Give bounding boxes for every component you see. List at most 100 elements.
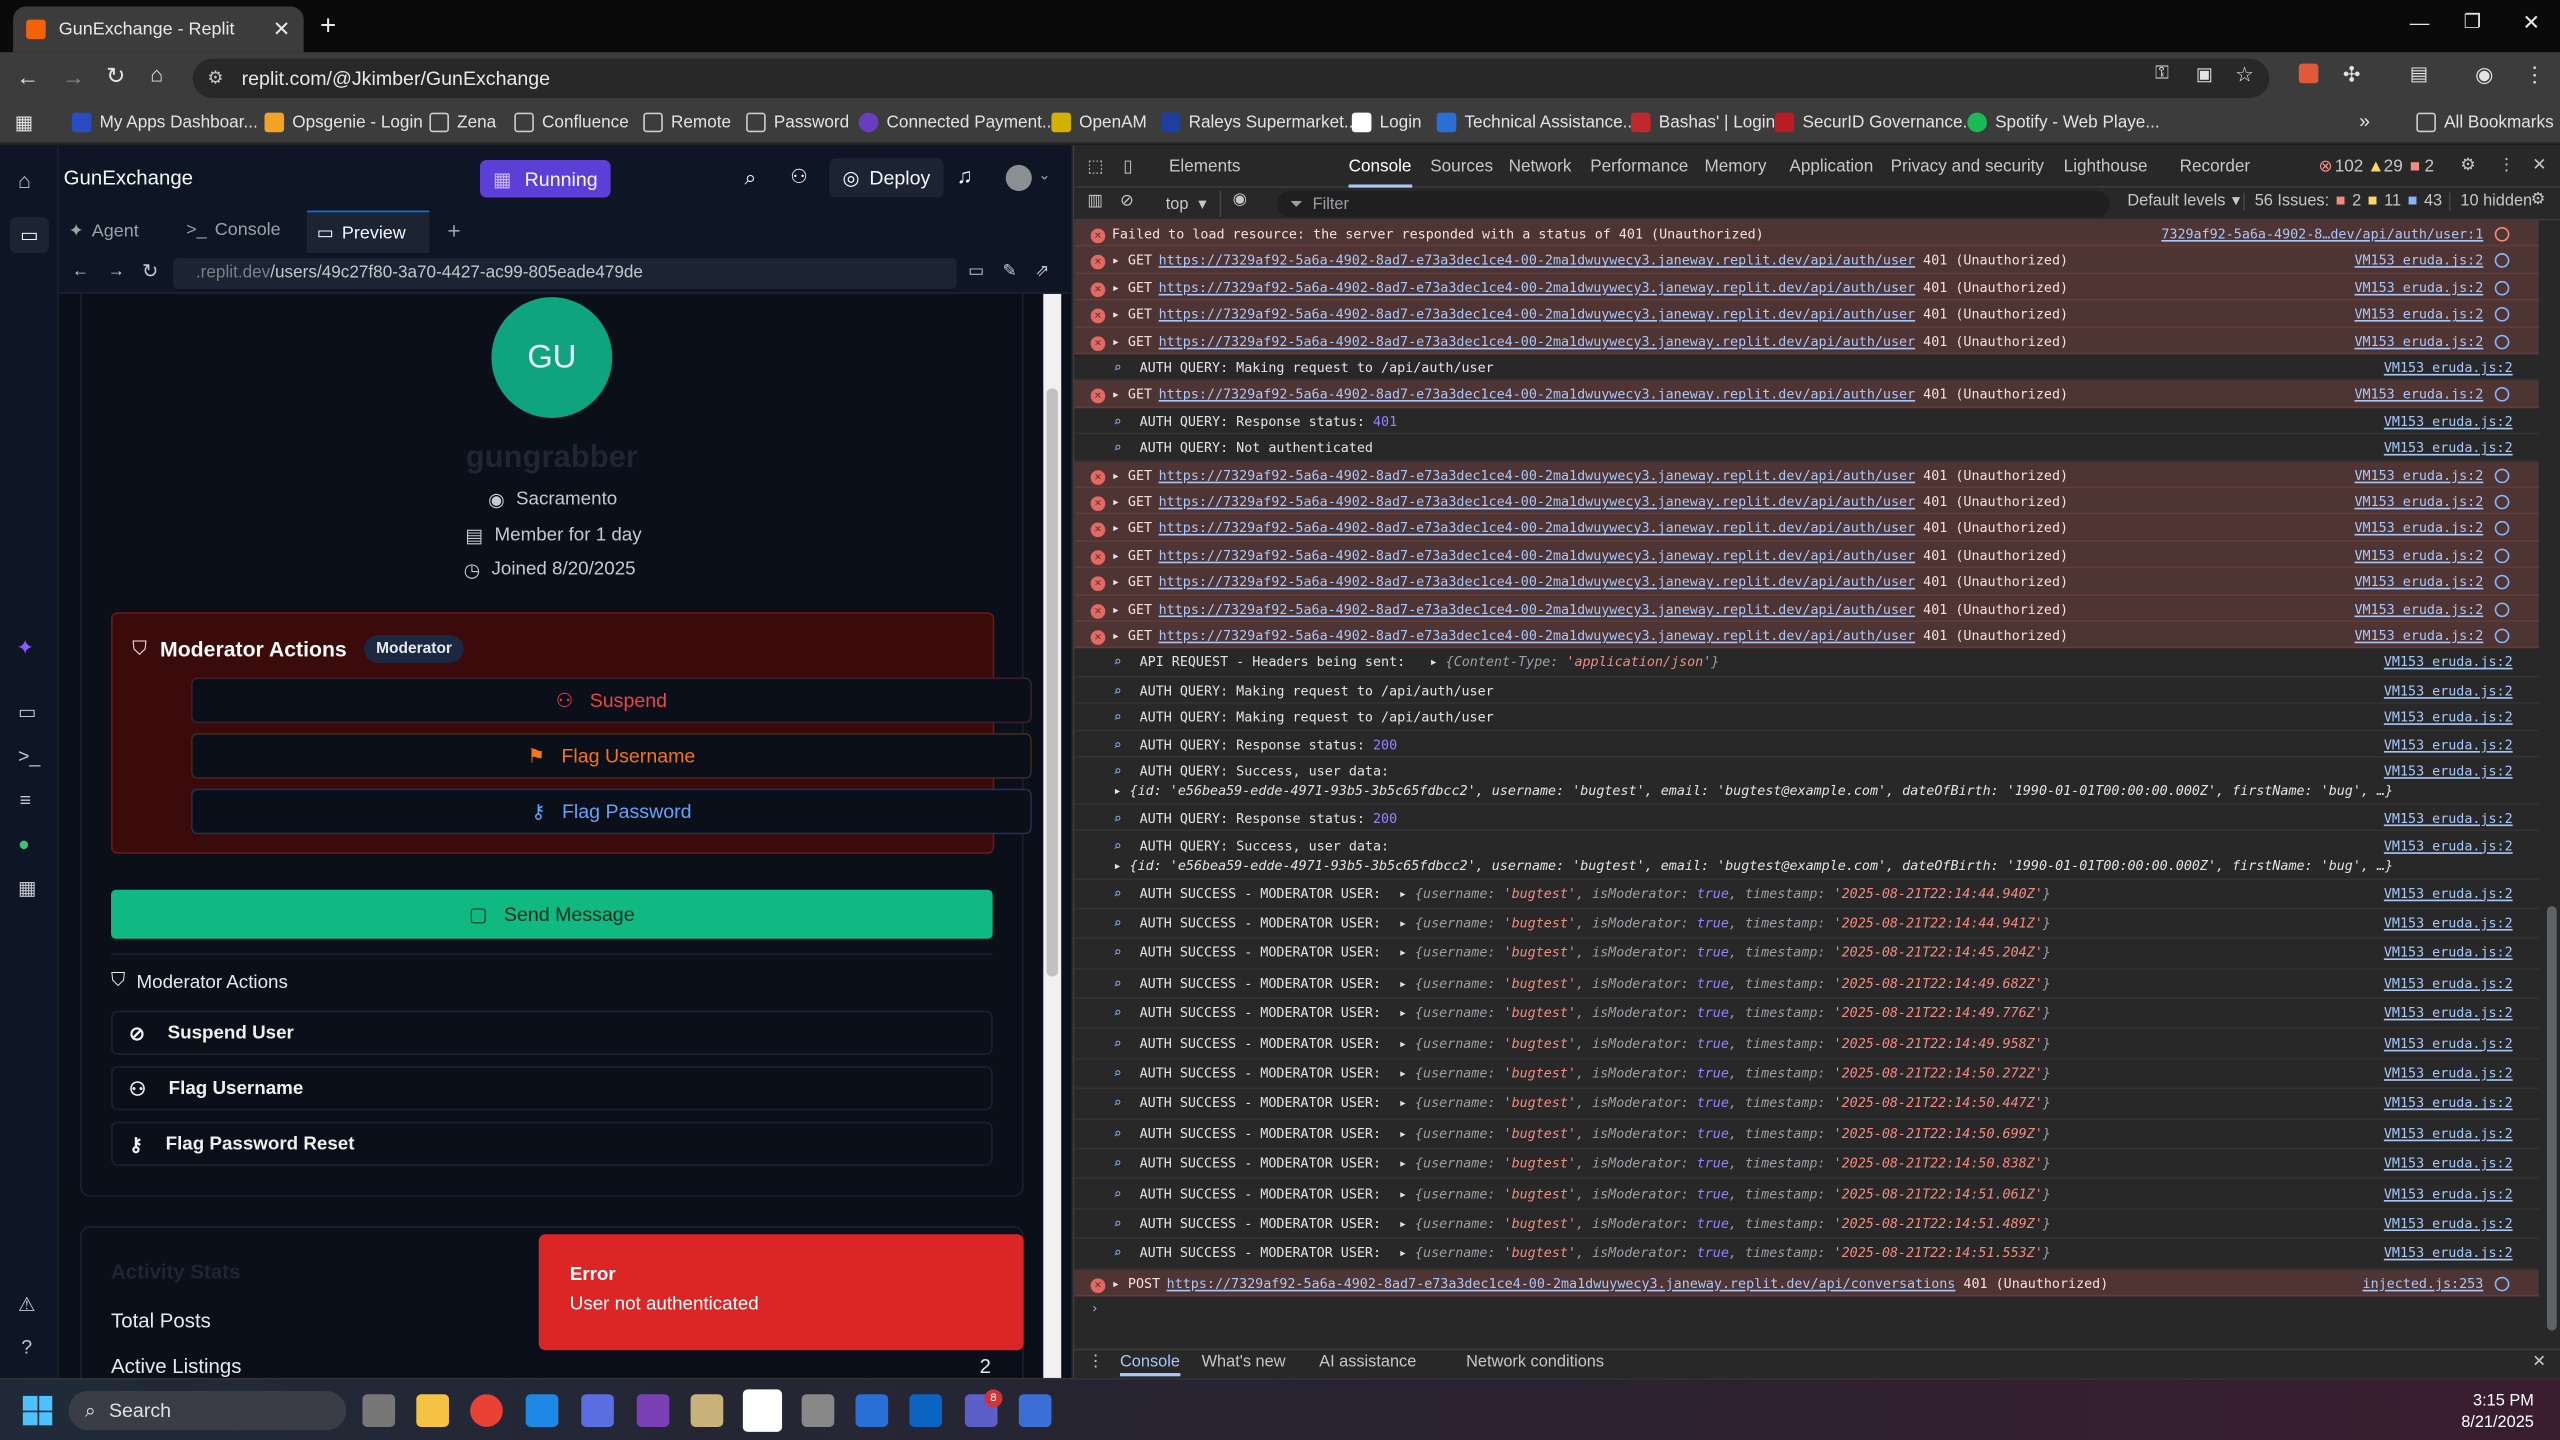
drawer-tab-network-conditions[interactable]: Network conditions	[1466, 1353, 1604, 1371]
help-icon[interactable]: ?	[21, 1336, 32, 1359]
search-icon[interactable]: ⌕	[744, 165, 756, 191]
deploy-button[interactable]: ◎ Deploy	[829, 158, 944, 198]
extensions-puzzle-icon[interactable]: ✣	[2343, 62, 2361, 88]
address-bar[interactable]: ⚙ replit.com/@Jkimber/GunExchange	[192, 58, 2270, 98]
tab-agent[interactable]: ✦ Agent	[69, 220, 139, 241]
issues-icon[interactable]: ■	[2410, 157, 2420, 177]
bell-icon[interactable]: ♫	[957, 163, 973, 187]
preview-icon[interactable]: ▭	[18, 700, 37, 723]
back-icon[interactable]: ←	[72, 261, 89, 281]
console-settings-icon[interactable]: ⚙	[2531, 191, 2546, 209]
profile-icon[interactable]: ◉	[2475, 62, 2494, 88]
bookmark-item[interactable]: Login	[1351, 112, 1422, 133]
chrome-icon[interactable]	[470, 1394, 503, 1427]
suspend-user-button[interactable]: ⊘ Suspend User	[111, 1010, 993, 1055]
extension-icon[interactable]	[2298, 63, 2319, 84]
warnings-count-icon[interactable]: ▲	[2367, 157, 2384, 177]
flag-password-button[interactable]: ⚷ Flag Password	[191, 788, 1032, 835]
filter-input[interactable]: ⏷ Filter	[1276, 191, 2110, 218]
scrollbar[interactable]	[1043, 293, 1062, 1378]
app-icon[interactable]	[855, 1394, 889, 1427]
devtools-tab[interactable]: Lighthouse	[2064, 157, 2148, 177]
console-prompt[interactable]: ›	[1091, 1300, 2544, 1316]
drawer-tab-console[interactable]: Console	[1120, 1353, 1180, 1377]
install-app-icon[interactable]: ▣	[2196, 64, 2213, 85]
bookmark-folder[interactable]: Zena	[429, 112, 496, 133]
reload-icon[interactable]: ↻	[106, 62, 125, 90]
inspect-element-icon[interactable]: ⬚	[1087, 157, 1103, 177]
bookmark-folder[interactable]: Password	[746, 112, 849, 133]
forward-icon[interactable]: →	[62, 64, 85, 90]
outlook-icon[interactable]	[909, 1394, 943, 1427]
drawer-tab-whats-new[interactable]: What's new	[1202, 1353, 1286, 1371]
bookmark-item[interactable]: Raleys Supermarket...	[1160, 112, 1358, 133]
side-panel-icon[interactable]: ▤	[2410, 62, 2429, 85]
clear-console-icon[interactable]: ⊘	[1120, 193, 1134, 211]
home-icon[interactable]: ⌂	[18, 168, 31, 192]
close-drawer-icon[interactable]: ✕	[2532, 1353, 2546, 1371]
site-info-icon[interactable]: ⚙	[207, 59, 223, 98]
devtools-wrench-icon[interactable]: ✎	[1002, 261, 1016, 281]
minimize-button[interactable]: —	[2410, 11, 2430, 34]
new-tab-button[interactable]: +	[320, 10, 336, 43]
back-icon[interactable]: ←	[16, 64, 39, 90]
bookmark-item[interactable]: Bashas' | Login	[1631, 112, 1775, 133]
error-toast[interactable]: Error User not authenticated	[538, 1234, 1024, 1351]
console-scrollbar[interactable]	[2543, 220, 2560, 1347]
task-view-icon[interactable]	[362, 1394, 396, 1427]
levels-dropdown[interactable]: Default levels ▾	[2127, 193, 2240, 211]
add-tab-icon[interactable]: +	[447, 217, 460, 243]
home-icon[interactable]: ⌂	[150, 62, 163, 86]
bookmark-item[interactable]: Technical Assistance...	[1436, 112, 1637, 133]
errors-count-icon[interactable]: ⊗	[2318, 157, 2332, 177]
more-bookmarks-icon[interactable]: »	[2359, 109, 2370, 132]
vivaldi-icon[interactable]	[742, 1389, 783, 1432]
app-icon[interactable]	[801, 1394, 835, 1427]
browser-tab[interactable]: GunExchange - Replit ✕	[13, 6, 304, 53]
suspend-button[interactable]: ⚇ Suspend	[191, 677, 1032, 724]
sidebar-toggle-icon[interactable]: ▥	[1087, 193, 1102, 211]
notifications-icon[interactable]: ⚠	[18, 1293, 36, 1316]
device-toolbar-icon[interactable]: ▯	[1123, 157, 1132, 177]
restore-button[interactable]: ❐	[2464, 10, 2482, 33]
all-bookmarks-folder[interactable]: All Bookmarks	[2416, 112, 2554, 133]
bookmark-folder[interactable]: Remote	[643, 112, 731, 133]
flag-username-button[interactable]: ⚑ Flag Username	[191, 733, 1032, 779]
scrollbar-thumb[interactable]	[1046, 388, 1058, 977]
devtools-tab[interactable]: Application	[1789, 157, 1873, 177]
context-select[interactable]: top ▾	[1156, 191, 1222, 218]
run-status-button[interactable]: ▦ Running	[480, 160, 611, 198]
devices-icon[interactable]: ▭	[968, 261, 984, 281]
eye-icon[interactable]: ◉	[1233, 191, 1247, 209]
invite-user-icon[interactable]: ⚇	[790, 165, 808, 188]
flag-password-reset-button[interactable]: ⚷ Flag Password Reset	[111, 1121, 993, 1166]
reload-icon[interactable]: ↻	[142, 260, 158, 283]
devtools-tab[interactable]: Recorder	[2180, 157, 2251, 177]
devtools-tab[interactable]: Network	[1509, 157, 1572, 177]
forward-icon[interactable]: →	[108, 261, 125, 281]
console-scrollbar-thumb[interactable]	[2546, 906, 2557, 1331]
database-icon[interactable]: ≡	[20, 789, 31, 812]
app-icon[interactable]	[1018, 1394, 1052, 1427]
app-icon[interactable]	[581, 1394, 614, 1427]
taskbar-clock[interactable]: 3:15 PM 8/21/2025	[2433, 1391, 2534, 1433]
apps-grid-icon[interactable]: ▦	[15, 111, 34, 134]
devtools-tab[interactable]: Sources	[1430, 157, 1493, 177]
devtools-tab[interactable]: Privacy and security	[1891, 157, 2044, 177]
app-icon[interactable]	[525, 1394, 559, 1427]
shell-icon[interactable]: >_	[18, 744, 40, 767]
files-icon[interactable]: ▭	[9, 217, 49, 254]
tab-preview[interactable]: ▭ Preview	[306, 210, 429, 254]
bookmark-item[interactable]: My Apps Dashboar...	[71, 112, 258, 133]
browser-menu-icon[interactable]: ⋮	[2524, 62, 2545, 88]
preview-url-input[interactable]: .replit.dev/users/49c27f80-3a70-4427-ac9…	[173, 257, 957, 289]
settings-gear-icon[interactable]: ⚙	[2460, 155, 2475, 175]
tab-console[interactable]: >_ Console	[186, 220, 281, 240]
file-explorer-icon[interactable]	[416, 1394, 449, 1427]
send-message-button[interactable]: ▢ Send Message	[111, 889, 993, 939]
bookmark-item[interactable]: Opsgenie - Login	[264, 112, 423, 133]
bookmark-star-icon[interactable]: ☆	[2235, 62, 2254, 88]
password-key-icon[interactable]: ⚿	[2155, 64, 2169, 85]
onenote-icon[interactable]	[636, 1394, 670, 1427]
replit-agent-icon[interactable]: ✦	[16, 635, 34, 661]
